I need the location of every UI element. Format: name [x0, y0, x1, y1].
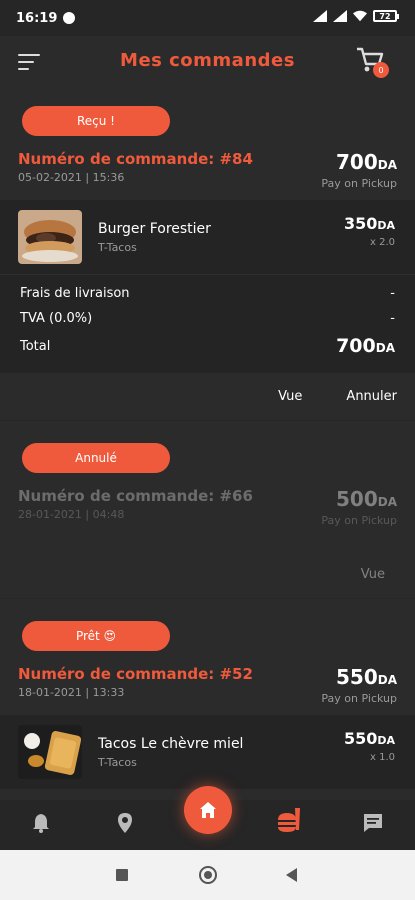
- total-value: 700DA: [336, 335, 395, 357]
- order-card-66[interactable]: Annulé Numéro de commande: #66 28-01-202…: [0, 421, 415, 527]
- battery-icon: 72: [373, 10, 399, 22]
- item-vendor: T-Tacos: [98, 755, 137, 769]
- order-actions: Vue: [0, 551, 415, 599]
- order-actions: Vue Annuler: [0, 373, 415, 421]
- order-item: Tacos Le chèvre miel T-Tacos 550DA x 1.0: [0, 715, 415, 789]
- back-icon[interactable]: [286, 868, 297, 882]
- tva-label: TVA (0.0%): [20, 311, 93, 326]
- order-date: 18-01-2021 | 13:33: [18, 686, 125, 699]
- view-button[interactable]: Vue: [278, 389, 302, 404]
- total-label: Total: [20, 338, 51, 354]
- location-pin-icon[interactable]: [114, 812, 140, 838]
- signal-icon-2: [333, 10, 347, 22]
- order-date: 05-02-2021 | 15:36: [18, 171, 125, 184]
- payment-method: Pay on Pickup: [321, 514, 397, 527]
- recents-icon[interactable]: [116, 869, 128, 881]
- home-system-icon[interactable]: [199, 866, 217, 884]
- status-icons: 72: [313, 10, 399, 22]
- item-name: Tacos Le chèvre miel: [98, 735, 244, 752]
- food-icon[interactable]: [276, 806, 302, 832]
- bottom-nav: [0, 786, 415, 850]
- bell-icon[interactable]: [30, 812, 56, 838]
- chat-icon[interactable]: [362, 812, 388, 838]
- cancel-button[interactable]: Annuler: [346, 389, 397, 404]
- item-image-tacos: [18, 725, 82, 779]
- order-number: Numéro de commande: #52: [18, 665, 253, 683]
- battery-level: 72: [379, 11, 391, 21]
- item-image-burger: [18, 210, 82, 264]
- order-item: Burger Forestier T-Tacos 350DA x 2.0: [0, 200, 415, 274]
- tva-value: -: [390, 311, 395, 326]
- item-name: Burger Forestier: [98, 220, 211, 237]
- wifi-icon: [353, 10, 367, 22]
- item-quantity: x 1.0: [370, 752, 395, 763]
- order-date: 28-01-2021 | 04:48: [18, 508, 125, 521]
- order-number: Numéro de commande: #84: [18, 150, 253, 168]
- order-total: 500DA: [336, 487, 397, 511]
- app-bar: Mes commandes 0: [0, 36, 415, 92]
- status-bar: 16:19 72: [0, 0, 415, 36]
- order-number: Numéro de commande: #66: [18, 487, 253, 505]
- item-price: 550DA: [343, 729, 395, 748]
- item-vendor: T-Tacos: [98, 240, 137, 254]
- payment-method: Pay on Pickup: [321, 692, 397, 705]
- home-icon[interactable]: [184, 786, 232, 834]
- order-summary: Frais de livraison - TVA (0.0%) - Total …: [0, 274, 415, 373]
- item-price: 350DA: [343, 214, 395, 233]
- delivery-fee-label: Frais de livraison: [20, 286, 130, 301]
- status-time: 16:19: [16, 10, 58, 26]
- status-badge: Prêt 😍: [22, 621, 170, 651]
- cart-badge: 0: [373, 62, 389, 78]
- order-total: 550DA: [336, 665, 397, 689]
- page-title: Mes commandes: [120, 50, 295, 71]
- orders-list: Reçu ! Numéro de commande: #84 05-02-202…: [0, 92, 415, 800]
- order-card-84[interactable]: Reçu ! Numéro de commande: #84 05-02-202…: [0, 92, 415, 190]
- order-total: 700DA: [336, 150, 397, 174]
- messenger-icon: [63, 12, 76, 24]
- item-quantity: x 2.0: [370, 237, 395, 248]
- status-badge: Reçu !: [22, 106, 170, 136]
- cart-button[interactable]: 0: [355, 46, 389, 78]
- signal-icon: [313, 10, 327, 22]
- system-nav-bar: [0, 850, 415, 900]
- view-button[interactable]: Vue: [361, 567, 385, 582]
- payment-method: Pay on Pickup: [321, 177, 397, 190]
- status-badge: Annulé: [22, 443, 170, 473]
- order-card-52[interactable]: Prêt 😍 Numéro de commande: #52 18-01-202…: [0, 599, 415, 705]
- delivery-fee-value: -: [390, 286, 395, 301]
